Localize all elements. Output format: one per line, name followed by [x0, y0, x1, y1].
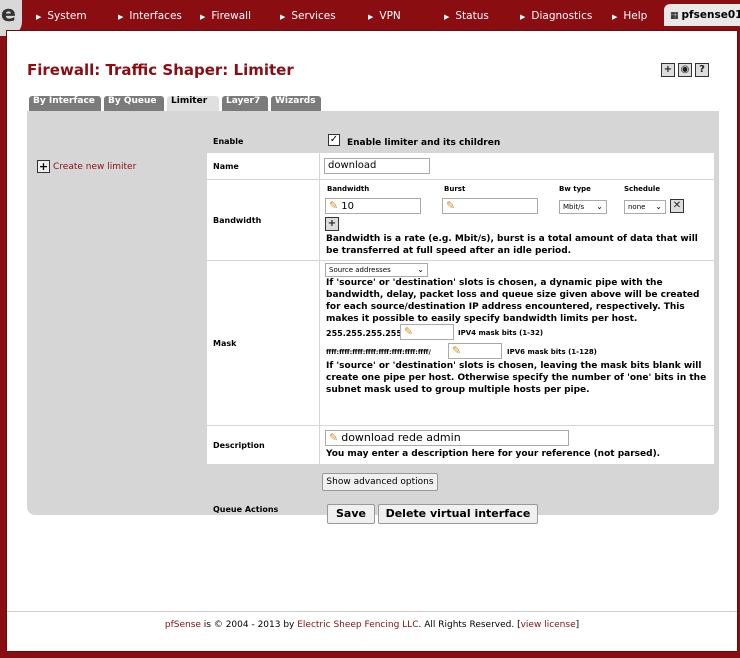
chevron-down-icon: ⌄ [417, 265, 424, 274]
menu-label: System [47, 10, 87, 22]
mask-label: Mask [207, 261, 319, 425]
burst-input[interactable]: ✎ [442, 198, 538, 214]
bwtype-value: Mbit/s [563, 203, 585, 211]
remove-row-icon[interactable]: ✕ [670, 199, 684, 213]
menu-label: Status [455, 10, 489, 22]
menu-arrow-icon: ▶ [280, 13, 286, 21]
footer-text: is © 2004 - 2013 by [200, 620, 298, 630]
mask-help-2: If 'source' or 'destination' slots is ch… [326, 361, 707, 395]
footer-text: . All Rights Reserved. [ [418, 620, 521, 630]
chevron-down-icon: ⌄ [655, 202, 662, 211]
show-advanced-options-button[interactable]: Show advanced options [322, 473, 438, 491]
schedule-col-header: Schedule [624, 185, 661, 193]
bandwidth-help: Bandwidth is a rate (e.g. Mbit/s), burst… [326, 234, 698, 256]
pencil-icon: ✎ [404, 325, 414, 338]
menu-label: VPN [379, 10, 401, 22]
menu-arrow-icon: ▶ [520, 13, 526, 21]
menu-arrow-icon: ▶ [444, 13, 450, 21]
hostname-label: pfsense01 [681, 9, 740, 21]
description-value: download rede admin [341, 431, 461, 444]
add-widget-icon[interactable]: + [661, 63, 675, 77]
pencil-icon: ✎ [329, 199, 339, 212]
footer-company-link[interactable]: Electric Sheep Fencing LLC [297, 620, 418, 630]
bandwidth-input[interactable]: ✎ 10 [325, 198, 421, 214]
menu-arrow-icon: ▶ [368, 13, 374, 21]
bandwidth-label: Bandwidth [207, 180, 319, 260]
menu-status[interactable]: ▶ Status [444, 6, 489, 26]
status-log-icon[interactable]: ◉ [678, 63, 692, 77]
chevron-down-icon: ⌄ [596, 202, 603, 211]
menu-help[interactable]: ▶ Help [612, 6, 647, 26]
enable-label: Enable [213, 136, 244, 146]
name-input[interactable]: download [324, 158, 430, 174]
add-icon: + [37, 160, 50, 173]
top-navigation-bar: e ▶ System ▶ Interfaces ▶ Firewall ▶ Service… [0, 0, 740, 36]
pencil-icon: ✎ [329, 431, 339, 444]
menu-vpn[interactable]: ▶ VPN [368, 6, 401, 26]
limiter-content: + Create new limiter Enable ✓ Enable limi… [27, 111, 719, 524]
create-link-label: Create new limiter [53, 162, 137, 172]
menu-arrow-icon: ▶ [118, 13, 124, 21]
menu-label: Services [291, 10, 336, 22]
pencil-icon: ✎ [446, 199, 456, 212]
footer-brand: pfSense [164, 620, 201, 630]
tab-by-interface[interactable]: By Interface [29, 96, 101, 111]
ipv4-mask-label: IPV4 mask bits (1-32) [458, 329, 544, 337]
bwtype-select[interactable]: Mbit/s ⌄ [559, 200, 607, 214]
hostname-tab[interactable]: ▦ pfsense01 [664, 4, 740, 26]
menu-firewall[interactable]: ▶ Firewall [200, 6, 251, 26]
mask-help-1: If 'source' or 'destination' slots is ch… [326, 278, 700, 324]
description-input[interactable]: ✎ download rede admin [325, 430, 569, 446]
menu-interfaces[interactable]: ▶ Interfaces [118, 6, 182, 26]
menu-label: Help [623, 10, 648, 22]
menu-arrow-icon: ▶ [612, 13, 618, 21]
ipv6-mask-prefix: ffff:ffff:ffff:ffff:ffff:ffff:ffff:ffff/ [326, 348, 431, 356]
burst-col-header: Burst [444, 185, 466, 193]
tab-wizards[interactable]: Wizards [271, 96, 321, 111]
footer-text: ] [575, 620, 580, 630]
tab-layer7[interactable]: Layer7 [222, 96, 268, 111]
tab-limiter[interactable]: Limiter [167, 96, 219, 111]
create-new-limiter-link[interactable]: + Create new limiter [37, 160, 136, 173]
delete-virtual-interface-button[interactable]: Delete virtual interface [378, 504, 538, 524]
bwtype-col-header: Bw type [559, 185, 591, 193]
menu-services[interactable]: ▶ Services [280, 6, 336, 26]
bandwidth-col-header: Bandwidth [327, 185, 370, 193]
logo-letter: e [1, 2, 16, 27]
title-icons: + ◉ ? [661, 63, 709, 77]
schedule-value: none [628, 203, 646, 211]
main-panel: Firewall: Traffic Shaper: Limiter + ◉ ? … [6, 30, 738, 652]
enable-checkbox[interactable]: ✓ [328, 134, 340, 146]
ipv4-mask-prefix: 255.255.255.255/ [326, 329, 405, 338]
queue-actions-label: Queue Actions [213, 504, 279, 514]
menu-diagnostics[interactable]: ▶ Diagnostics [520, 6, 592, 26]
menu-label: Diagnostics [531, 10, 593, 22]
ipv6-mask-input[interactable]: ✎ [448, 343, 502, 359]
server-icon: ▦ [670, 11, 679, 21]
page-title: Firewall: Traffic Shaper: Limiter [27, 61, 294, 79]
footer: pfSense is © 2004 - 2013 by Electric She… [7, 611, 737, 630]
menu-label: Interfaces [129, 10, 182, 22]
mask-select[interactable]: Source addresses ⌄ [325, 263, 428, 277]
description-label: Description [207, 426, 319, 464]
view-license-link[interactable]: view license [521, 620, 576, 630]
menu-arrow-icon: ▶ [36, 13, 42, 21]
ipv6-mask-label: IPV6 mask bits (1-128) [507, 348, 597, 356]
menu-arrow-icon: ▶ [200, 13, 206, 21]
help-icon[interactable]: ? [695, 63, 709, 77]
menu-label: Firewall [211, 10, 251, 22]
add-row-icon[interactable]: + [325, 217, 339, 231]
tab-by-queue[interactable]: By Queue [104, 96, 164, 111]
name-label: Name [207, 153, 319, 179]
ipv4-mask-input[interactable]: ✎ [400, 324, 454, 340]
mask-select-value: Source addresses [329, 266, 391, 274]
schedule-select[interactable]: none ⌄ [624, 200, 666, 214]
menu-system[interactable]: ▶ System [36, 6, 87, 26]
enable-checkbox-label: Enable limiter and its children [347, 138, 501, 148]
pencil-icon: ✎ [452, 344, 462, 357]
description-help: You may enter a description here for you… [326, 449, 661, 459]
bandwidth-value: 10 [341, 201, 354, 212]
save-button[interactable]: Save [327, 504, 375, 524]
